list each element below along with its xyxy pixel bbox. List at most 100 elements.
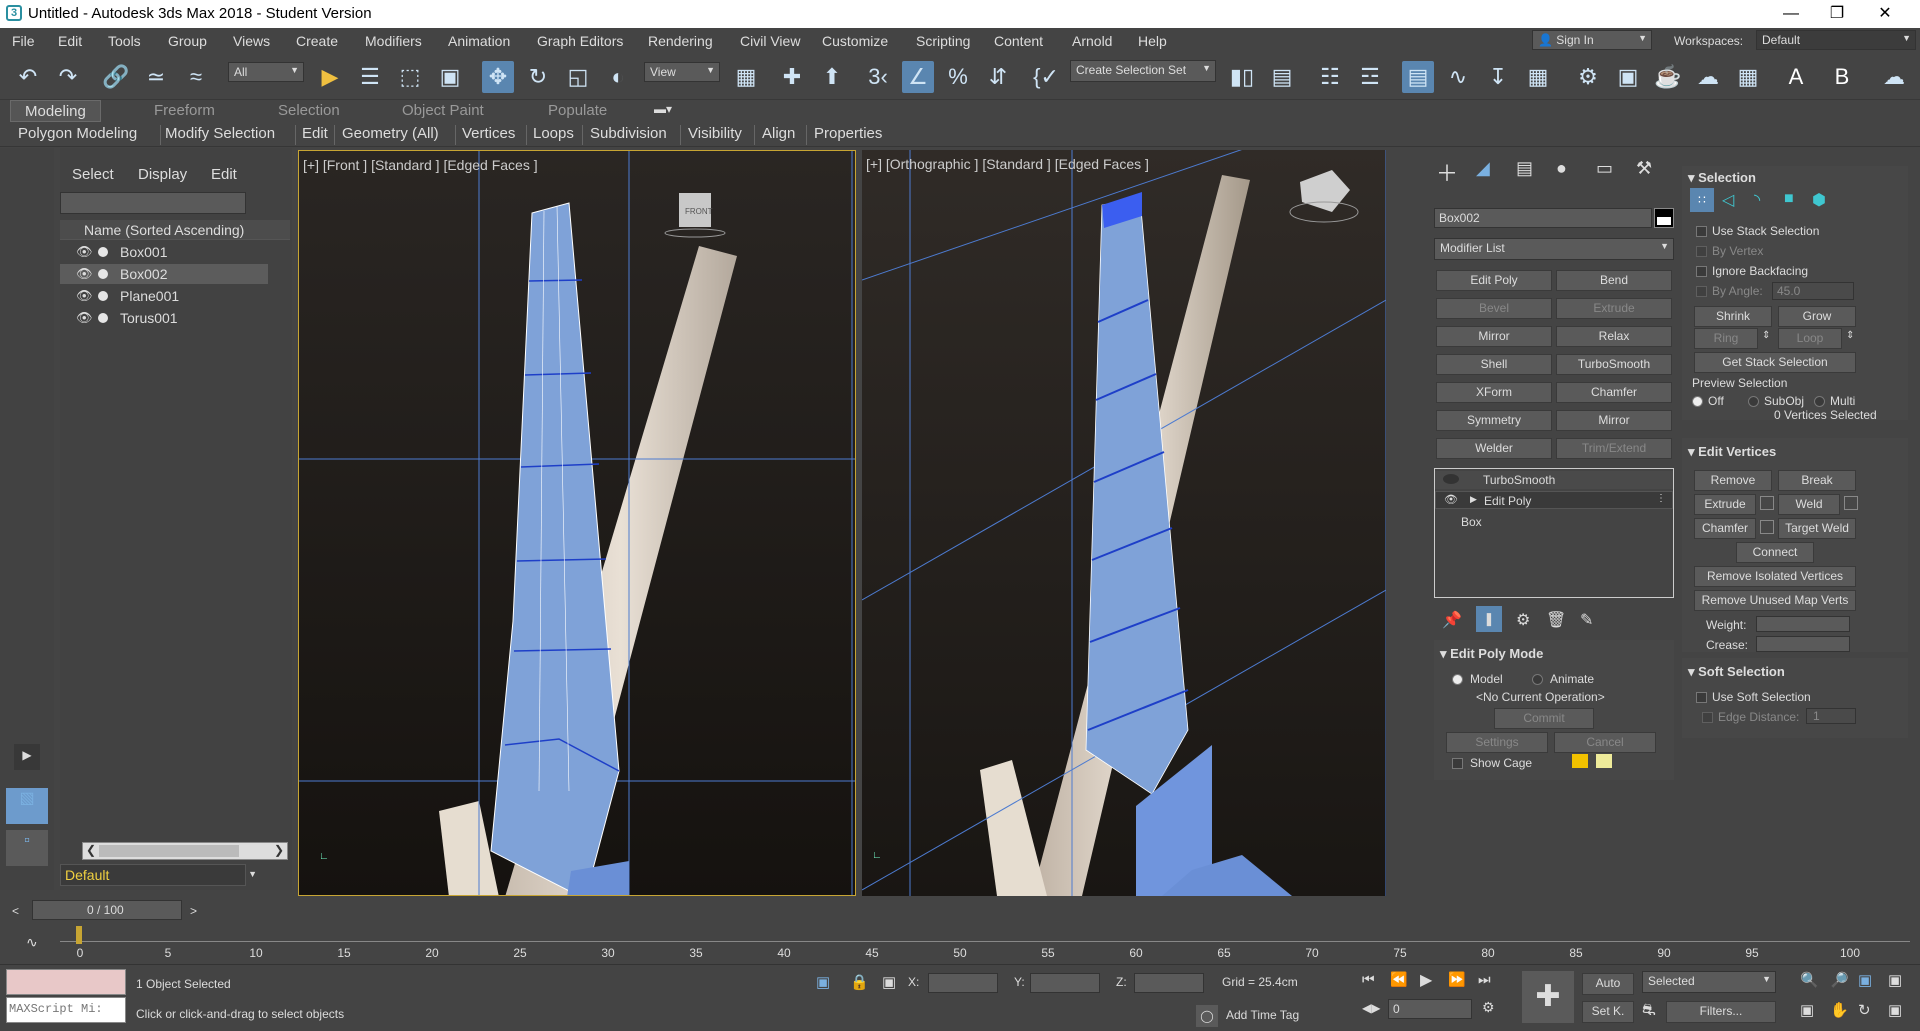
selection-lock-icon[interactable]: 🔒 (850, 973, 869, 991)
menu-file[interactable]: File (12, 33, 35, 49)
modifier-welder-button[interactable]: Welder (1436, 438, 1552, 459)
scene-row-box001[interactable]: 👁 Box001 (60, 242, 268, 262)
viewport-orthographic[interactable]: [+] [Orthographic ] [Standard ] [Edged F… (862, 150, 1386, 896)
layer-explorer-icon[interactable]: ☲ (1354, 61, 1386, 93)
zoom-extents-icon[interactable]: ▣ (1858, 971, 1872, 989)
arnold-b-icon[interactable]: B (1826, 61, 1858, 93)
shrink-button[interactable]: Shrink (1694, 306, 1772, 327)
scene-menu-edit[interactable]: Edit (211, 166, 237, 183)
select-object-icon[interactable]: ▶ (314, 61, 346, 93)
rollout-title[interactable]: ▾ Edit Poly Mode (1440, 646, 1543, 662)
weld-settings-icon[interactable] (1844, 496, 1858, 510)
expand-panel-icon[interactable]: ▶ (14, 744, 40, 770)
scene-menu-display[interactable]: Display (138, 166, 187, 183)
menu-tools[interactable]: Tools (108, 33, 141, 49)
settings-button[interactable]: Settings (1446, 732, 1548, 753)
workspace-dropdown[interactable]: Default ▼ (1756, 30, 1916, 50)
next-frame-icon[interactable]: ⏩ (1448, 971, 1465, 988)
border-mode-icon[interactable]: ◝ (1754, 190, 1760, 210)
extrude-settings-icon[interactable] (1760, 496, 1774, 510)
render-production-icon[interactable]: ☕ (1652, 61, 1684, 93)
menu-group[interactable]: Group (168, 33, 207, 49)
configure-modifier-sets-icon[interactable]: ✎ (1580, 610, 1593, 630)
render-setup-icon[interactable]: ⚙ (1572, 61, 1604, 93)
redo-icon[interactable]: ↷ (52, 61, 84, 93)
scroll-left-icon[interactable]: ❮ (86, 843, 96, 857)
modifier-list-dropdown[interactable]: Modifier List ▼ (1434, 238, 1674, 260)
viewport-front[interactable]: FRONT [+] [Front ] [Standard ] [Edged Fa… (298, 150, 856, 896)
scene-row-box002[interactable]: 👁 Box002 (60, 264, 268, 284)
place-icon[interactable]: ◐ (602, 61, 634, 93)
menu-modifiers[interactable]: Modifiers (365, 33, 422, 49)
move-icon[interactable]: ✥ (482, 61, 514, 93)
edge-mode-icon[interactable]: ◁ (1722, 190, 1734, 210)
y-coordinate-field[interactable] (1030, 973, 1100, 993)
select-manipulate-icon[interactable]: ✚ (776, 61, 808, 93)
soft-selection-title[interactable]: ▾ Soft Selection (1688, 664, 1785, 680)
model-radio[interactable] (1452, 674, 1463, 685)
object-name-field[interactable]: Box002 (1434, 208, 1652, 228)
scrollbar-thumb[interactable] (99, 845, 239, 857)
modifier-bend-button[interactable]: Bend (1556, 270, 1672, 291)
align-icon[interactable]: ▤ (1266, 61, 1298, 93)
link-icon[interactable]: 🔗 (100, 61, 132, 93)
edit-named-selection-icon[interactable]: {✓ (1030, 61, 1062, 93)
crease-spinner[interactable] (1756, 636, 1850, 652)
menu-animation[interactable]: Animation (448, 33, 510, 49)
menu-help[interactable]: Help (1138, 33, 1167, 49)
arnold-a-icon[interactable]: A (1780, 61, 1812, 93)
modifier-turbosmooth-button[interactable]: TurboSmooth (1556, 354, 1672, 375)
vertex-mode-icon[interactable]: ∷ (1690, 188, 1714, 212)
menu-views[interactable]: Views (233, 33, 270, 49)
weld-button[interactable]: Weld (1778, 494, 1840, 515)
scale-icon[interactable]: ◱ (562, 61, 594, 93)
cage-selected-color-swatch[interactable] (1596, 754, 1612, 768)
eye-icon[interactable]: 👁 (76, 310, 93, 326)
by-vertex-checkbox[interactable] (1696, 246, 1707, 257)
menu-edit[interactable]: Edit (58, 33, 82, 49)
selection-rollout-title[interactable]: ▾ Selection (1688, 170, 1756, 186)
named-selection-set-dropdown[interactable]: Create Selection Set ▼ (1070, 60, 1216, 82)
time-cursor[interactable] (76, 926, 82, 944)
loop-button[interactable]: Loop (1778, 328, 1842, 349)
filters-button[interactable]: Filters... (1666, 1001, 1776, 1023)
time-slider-next-icon[interactable]: > (190, 904, 197, 918)
menu-create[interactable]: Create (296, 33, 338, 49)
maximize-viewport-icon[interactable]: ▣ (1888, 1001, 1902, 1019)
unlink-icon[interactable]: ≃ (140, 61, 172, 93)
animate-radio[interactable] (1532, 674, 1543, 685)
close-button[interactable]: ✕ (1862, 0, 1908, 28)
auto-key-button[interactable]: Auto (1582, 973, 1634, 995)
modifier-xform-button[interactable]: XForm (1436, 382, 1552, 403)
previous-frame-icon[interactable]: ⏪ (1390, 971, 1407, 988)
ribbon-modify-selection[interactable]: Modify Selection (165, 125, 275, 142)
ribbon-subdivision[interactable]: Subdivision (590, 125, 667, 142)
extrude-button[interactable]: Extrude (1694, 494, 1756, 515)
select-by-name-icon[interactable]: ☰ (354, 61, 386, 93)
viewport-label-ortho[interactable]: [+] [Orthographic ] [Standard ] [Edged F… (866, 156, 1149, 172)
modifier-chamfer-button[interactable]: Chamfer (1556, 382, 1672, 403)
eye-icon[interactable]: 👁 (76, 266, 93, 282)
maxscript-listener-output[interactable] (6, 969, 126, 995)
play-icon[interactable]: ▶ (1420, 970, 1432, 990)
rendered-frame-window-icon[interactable]: ▣ (1612, 61, 1644, 93)
zoom-all-icon[interactable]: 🔎 (1830, 971, 1849, 989)
selection-filter-dropdown[interactable]: All ▼ (228, 62, 304, 82)
material-editor-icon[interactable]: ▦ (1522, 61, 1554, 93)
time-ruler[interactable] (60, 928, 1910, 942)
stack-item-box[interactable]: Box (1435, 513, 1673, 531)
curve-editor-icon[interactable]: ∿ (1442, 61, 1474, 93)
scene-explorer-toggle-icon[interactable]: ☷ (1314, 61, 1346, 93)
viewport-layout-icon[interactable]: ▧ (6, 788, 48, 824)
edit-vertices-title[interactable]: ▾ Edit Vertices (1688, 444, 1776, 460)
menu-rendering[interactable]: Rendering (648, 33, 713, 49)
tab-populate[interactable]: Populate (548, 102, 607, 119)
pin-stack-icon[interactable]: 📌 (1442, 610, 1462, 630)
menu-customize[interactable]: Customize (822, 33, 888, 49)
ring-spinner-icon[interactable]: ⇕ (1762, 330, 1770, 341)
scene-row-plane001[interactable]: 👁 Plane001 (60, 286, 268, 306)
preview-subobj-radio[interactable] (1748, 396, 1759, 407)
x-coordinate-field[interactable] (928, 973, 998, 993)
modifier-symmetry-button[interactable]: Symmetry (1436, 410, 1552, 431)
tab-freeform[interactable]: Freeform (154, 102, 215, 119)
